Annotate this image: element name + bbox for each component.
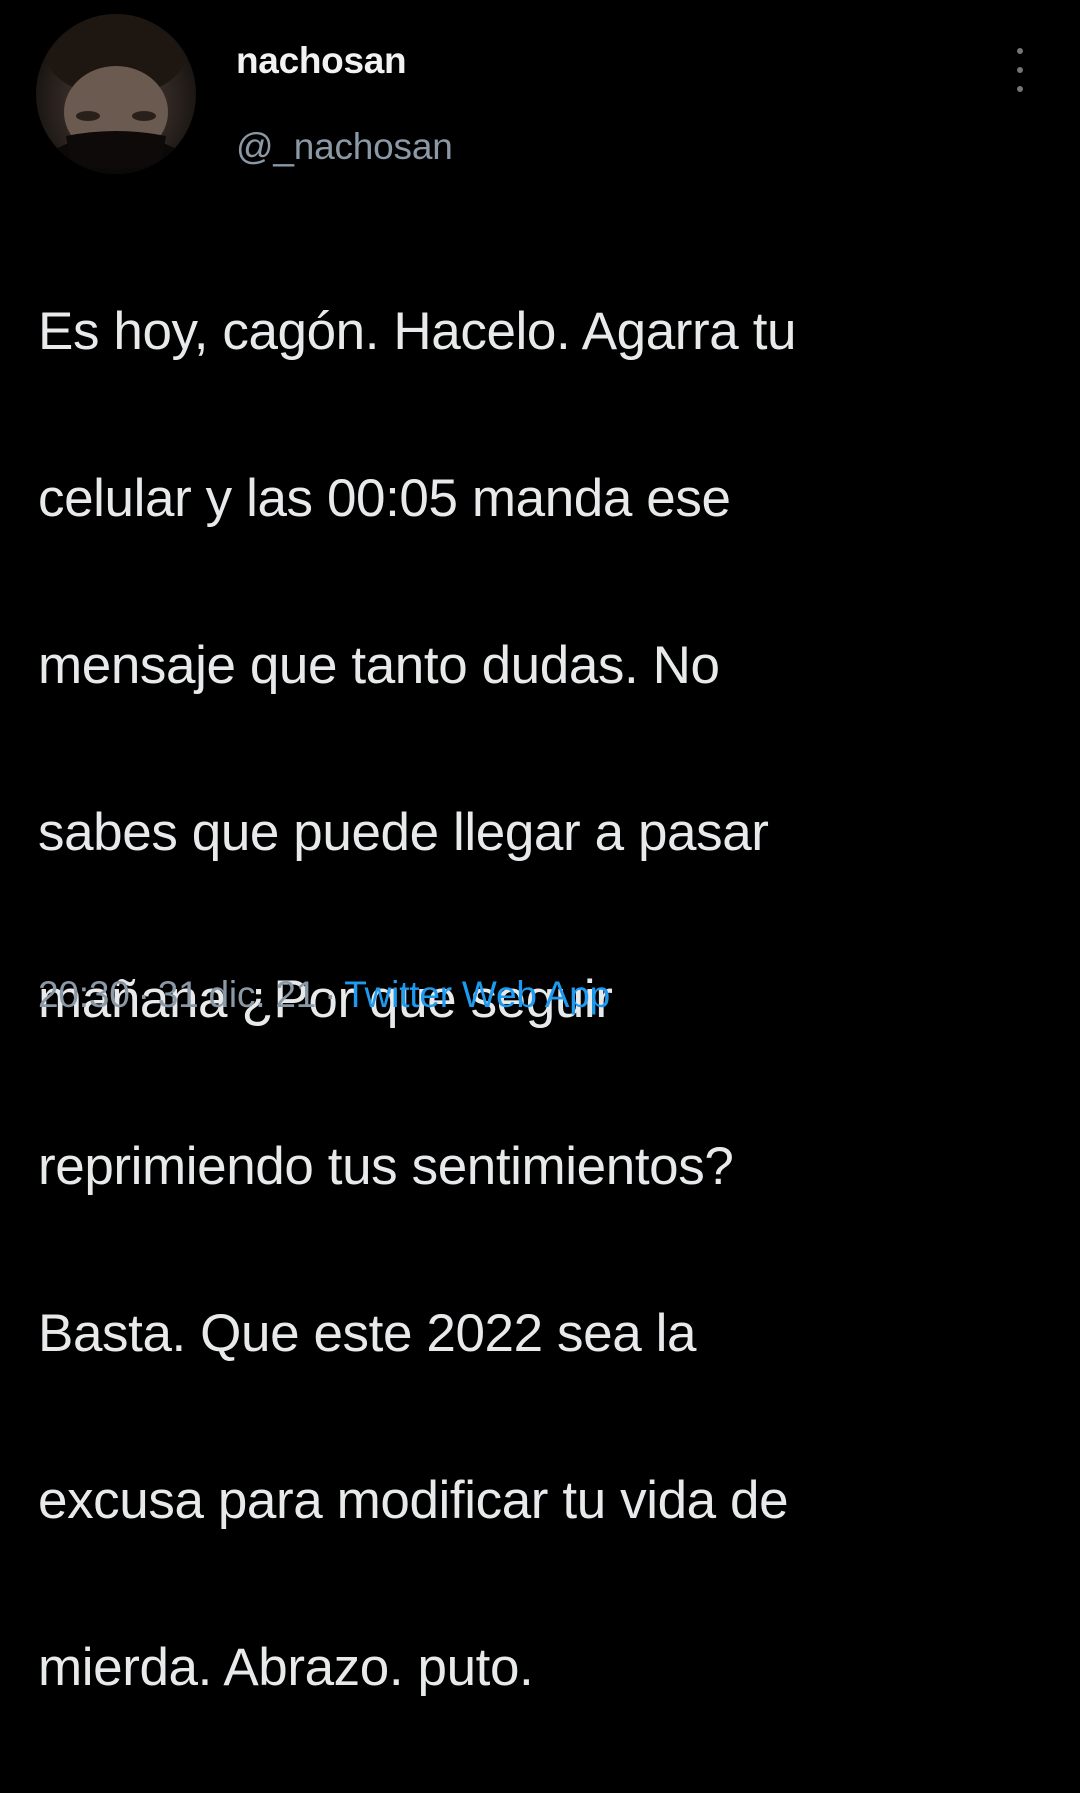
tweet-header: nachosan @_nachosan — [36, 14, 1046, 179]
tweet-text-line: Basta. Que este 2022 sea la — [38, 1303, 697, 1363]
tweet-meta: 20:30 · 31 dic. 21 · Twitter Web App — [38, 974, 610, 1016]
tweet-text-line: excusa para modificar tu vida de — [38, 1470, 789, 1530]
tweet-text-line: reprimiendo tus sentimientos? — [38, 1136, 734, 1196]
tweet-text-line: mensaje que tanto dudas. No — [38, 635, 720, 695]
tweet-source-link[interactable]: Twitter Web App — [344, 974, 610, 1015]
display-name[interactable]: nachosan — [236, 40, 407, 82]
more-vertical-icon[interactable] — [1008, 42, 1032, 98]
tweet-time[interactable]: 20:30 — [38, 974, 130, 1015]
tweet-text-line: sabes que puede llegar a pasar — [38, 802, 769, 862]
meta-separator: · — [137, 974, 150, 1015]
user-handle[interactable]: @_nachosan — [236, 126, 453, 168]
tweet-text-line: Es hoy, cagón. Hacelo. Agarra tu — [38, 301, 797, 361]
avatar-image — [46, 14, 186, 174]
tweet-text-line: celular y las 00:05 manda ese — [38, 468, 731, 528]
tweet-text-line: mierda. Abrazo. puto. — [38, 1637, 534, 1697]
meta-separator: · — [324, 974, 337, 1015]
tweet-card: nachosan @_nachosan Es hoy, cagón. Hacel… — [0, 0, 1080, 1697]
avatar[interactable] — [36, 14, 196, 174]
tweet-date[interactable]: 31 dic. 21 — [158, 974, 317, 1015]
